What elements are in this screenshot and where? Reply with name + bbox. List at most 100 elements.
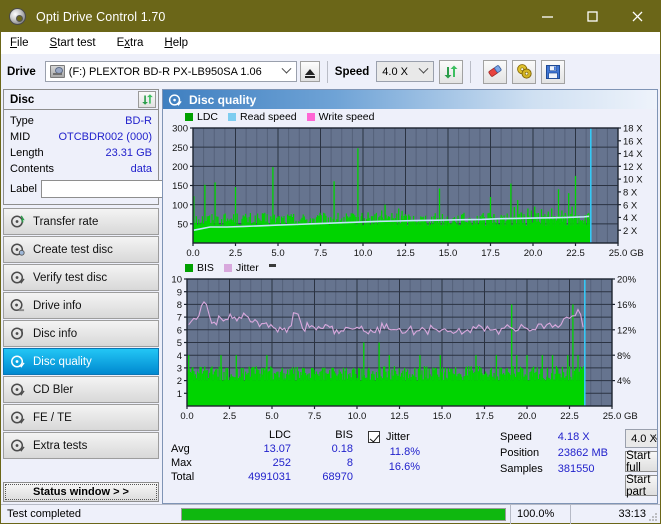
stats-total-bis: 68970 <box>322 471 353 483</box>
menu-extra[interactable]: Extra <box>117 37 144 49</box>
svg-text:50: 50 <box>177 219 188 230</box>
maximize-icon[interactable] <box>570 1 615 32</box>
resize-grip[interactable] <box>648 511 658 521</box>
stats-corner <box>171 429 219 441</box>
legend-label-write-speed: Write speed <box>318 111 375 123</box>
jitter-checkbox[interactable] <box>368 430 380 443</box>
eject-icon <box>304 68 315 78</box>
legend-label-read-speed: Read speed <box>240 111 297 123</box>
sidebar-item-cd-bler[interactable]: CD Bler <box>3 376 159 403</box>
svg-text:9: 9 <box>177 287 182 298</box>
svg-text:8 X: 8 X <box>623 187 638 198</box>
svg-text:4: 4 <box>177 351 182 362</box>
disc-row-type: Type BD-R <box>10 113 152 129</box>
refresh-button[interactable] <box>439 59 464 84</box>
stats-avg-ldc: 13.07 <box>263 443 291 455</box>
disc-row-contents: Contents data <box>10 161 152 177</box>
menu-file-rest: ile <box>17 36 29 49</box>
sidebar-item-label: Create test disc <box>33 243 113 256</box>
svg-text:7.5: 7.5 <box>308 411 321 422</box>
menu-file[interactable]: File <box>10 37 29 49</box>
erase-button[interactable] <box>483 59 508 84</box>
sidebar: Disc Type BD-R MID OTCBDR002 (000) Lengt… <box>3 89 250 504</box>
position-stat-label: Position <box>500 447 540 459</box>
jitter-avg-row: 11.8% <box>368 444 500 459</box>
disc-row-contents-value: data <box>130 163 152 175</box>
sidebar-nav: Transfer rate Create test disc Verify te… <box>3 208 159 459</box>
sidebar-item-label: FE / TE <box>33 411 72 424</box>
minimize-icon[interactable] <box>525 1 570 32</box>
disc-quality-panel: Disc quality LDC Read speed Write speed … <box>162 89 658 504</box>
disc-info-rows: Type BD-R MID OTCBDR002 (000) Length 23.… <box>4 110 250 204</box>
save-button[interactable] <box>541 59 566 84</box>
disc-row-length-value: 23.31 GB <box>105 147 152 159</box>
sidebar-item-label: Disc quality <box>33 355 92 368</box>
stats-avg-bis: 0.18 <box>331 443 353 455</box>
svg-text:20.0: 20.0 <box>518 411 537 422</box>
speed-select-value: 4.0 X <box>382 65 408 78</box>
samples-stat-value: 381550 <box>557 463 595 475</box>
svg-text:8%: 8% <box>617 351 631 362</box>
refresh-icon <box>444 65 458 78</box>
svg-text:25.0: 25.0 <box>609 248 628 259</box>
svg-text:10.0: 10.0 <box>348 411 367 422</box>
svg-text:8: 8 <box>177 300 182 311</box>
panel-title: Disc quality <box>189 92 257 107</box>
sidebar-item-disc-info[interactable]: Disc info <box>3 320 159 347</box>
stats-header-bis: BIS <box>335 429 353 441</box>
jitter-checkbox-row[interactable]: Jitter <box>368 429 500 444</box>
disc-refresh-button[interactable] <box>138 91 156 108</box>
jitter-label: Jitter <box>386 430 410 443</box>
sidebar-item-drive-info[interactable]: Drive info <box>3 292 159 319</box>
svg-text:12 X: 12 X <box>623 162 643 173</box>
disc-label-row: Label <box>10 179 250 199</box>
sidebar-item-verify-test-disc[interactable]: Verify test disc <box>3 264 159 291</box>
menu-extra-rest: tra <box>130 36 144 49</box>
menu-help[interactable]: Help <box>164 37 188 49</box>
start-part-button[interactable]: Start part <box>625 474 657 498</box>
run-controls: 4.0 X Start full Start part <box>619 429 657 503</box>
sidebar-item-disc-quality[interactable]: Disc quality <box>3 348 159 375</box>
drive-select[interactable]: (F:) PLEXTOR BD-R PX-LB950SA 1.06 <box>44 61 297 82</box>
svg-text:6 X: 6 X <box>623 200 638 211</box>
legend-label-ldc: LDC <box>197 111 219 123</box>
svg-text:0.0: 0.0 <box>186 248 199 259</box>
disc-row-mid: MID OTCBDR002 (000) <box>10 129 152 145</box>
menu-start-test[interactable]: Start test <box>50 37 96 49</box>
chevron-down-icon <box>418 62 429 81</box>
progress-bar-wrap <box>177 505 510 524</box>
svg-text:12.5: 12.5 <box>390 411 409 422</box>
svg-text:GB: GB <box>624 411 638 422</box>
disc-icon <box>10 270 25 285</box>
sidebar-item-transfer-rate[interactable]: Transfer rate <box>3 208 159 235</box>
position-stat-value: 23862 MB <box>557 447 608 459</box>
svg-text:7.5: 7.5 <box>314 248 327 259</box>
disc-icon <box>10 382 25 397</box>
stats-header-ldc: LDC <box>268 429 291 441</box>
tools-button[interactable] <box>512 59 537 84</box>
disc-icon <box>10 214 25 229</box>
disc-panel-title: Disc <box>10 93 35 106</box>
svg-text:10 X: 10 X <box>623 175 643 186</box>
svg-text:17.5: 17.5 <box>481 248 500 259</box>
stats-max-bis: 8 <box>346 457 353 469</box>
sidebar-item-label: Transfer rate <box>33 215 99 228</box>
svg-text:2.5: 2.5 <box>223 411 236 422</box>
statistics-panel: LDC BIS Avg 13.07 0.18 Max 252 8 Total 4… <box>163 425 657 503</box>
svg-text:200: 200 <box>172 162 188 173</box>
test-speed-select[interactable]: 4.0 X <box>625 429 657 448</box>
bis-chart-legend: BIS Jitter <box>163 262 657 274</box>
sidebar-item-extra-tests[interactable]: Extra tests <box>3 432 159 459</box>
svg-text:7: 7 <box>177 313 182 324</box>
sidebar-item-create-test-disc[interactable]: Create test disc <box>3 236 159 263</box>
speed-select[interactable]: 4.0 X <box>376 61 435 82</box>
legend-swatch-write-speed <box>306 113 315 121</box>
eject-button[interactable] <box>299 61 320 82</box>
progress-percent: 100.0% <box>510 504 570 524</box>
close-icon[interactable] <box>615 1 660 32</box>
sidebar-item-fe-te[interactable]: FE / TE <box>3 404 159 431</box>
status-window-button[interactable]: Status window > > <box>3 482 159 502</box>
ldc-chart-plot: 50 100 150 200 250 300 2 X 4 X 6 X 8 X10 X 12 X 14 … <box>172 124 644 259</box>
disc-row-mid-key: MID <box>10 131 31 143</box>
start-full-button[interactable]: Start full <box>625 450 657 474</box>
